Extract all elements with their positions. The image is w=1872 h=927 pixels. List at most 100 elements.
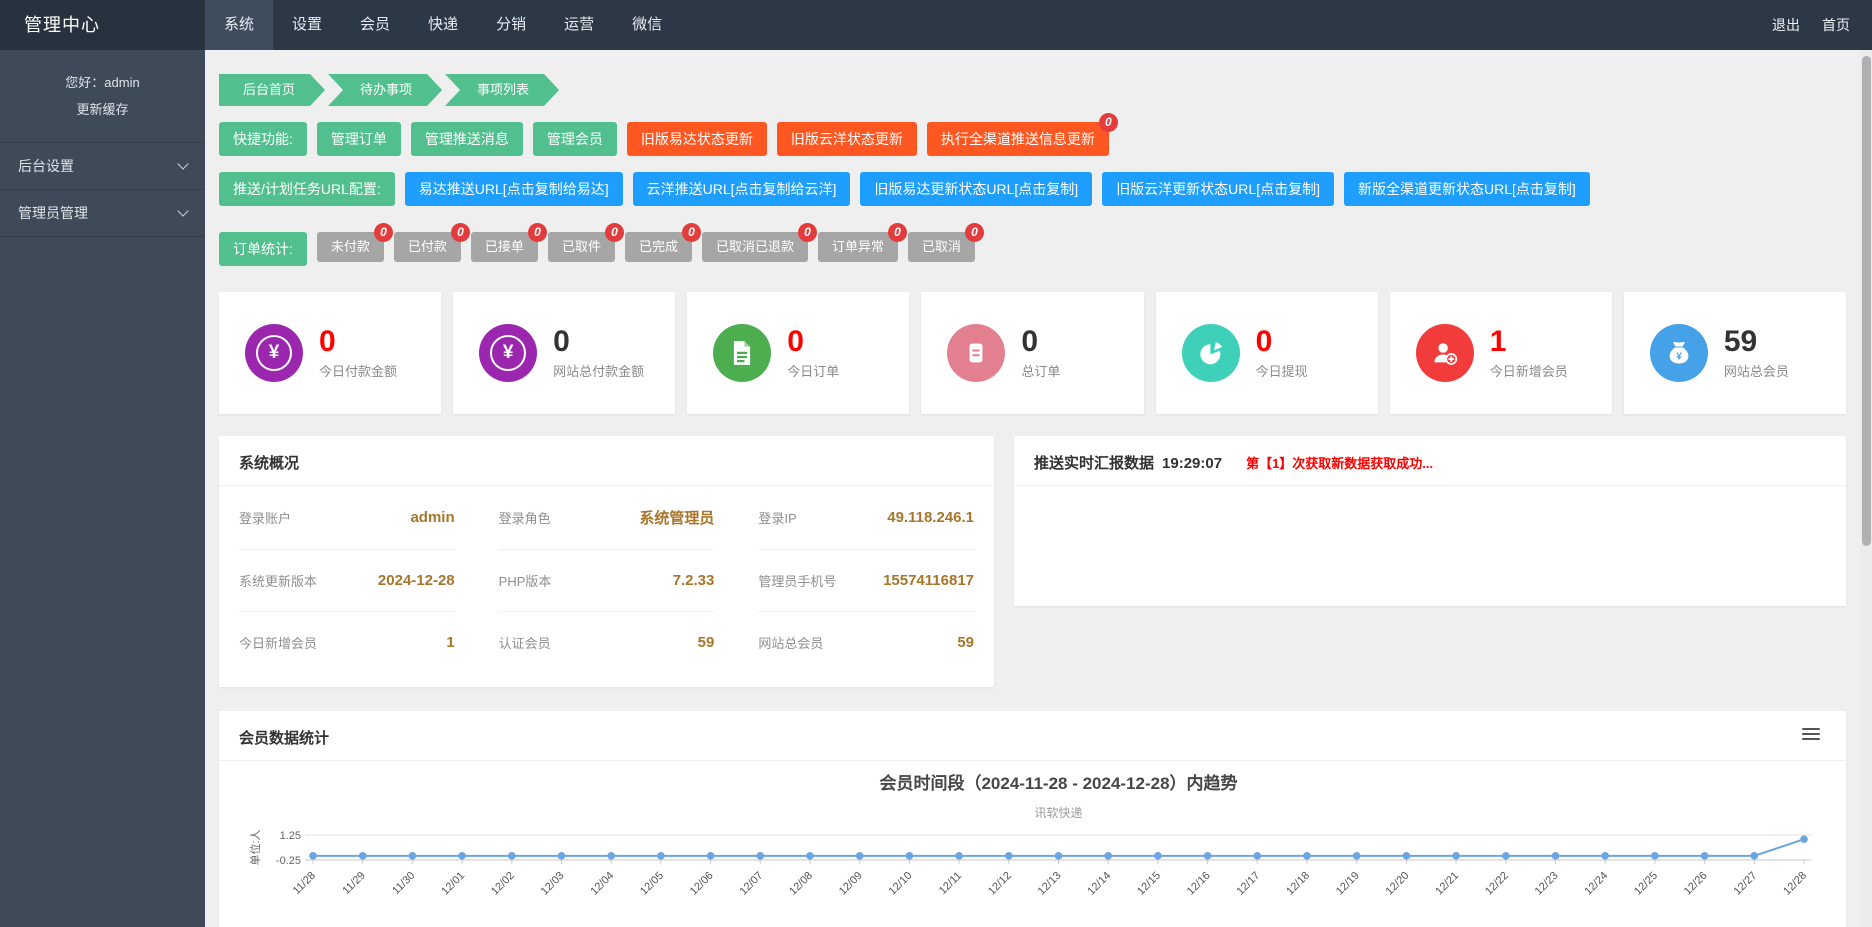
nav-item-operations[interactable]: 运营 <box>545 0 613 50</box>
x-tick-label: 12/16 <box>1185 870 1213 898</box>
trend-point[interactable] <box>607 852 615 860</box>
accepted-button[interactable]: 已接单 <box>471 232 538 262</box>
manage-orders-button[interactable]: 管理订单 <box>317 122 401 156</box>
push-report-panel: 推送实时汇报数据 19:29:07 第【1】次获取新数据获取成功... <box>1014 436 1846 606</box>
x-tick-label: 12/13 <box>1036 870 1064 898</box>
order-stats-row: 订单统计: 未付款0 已付款0 已接单0 已取件0 已完成0 已取消已退款0 订… <box>219 232 1846 266</box>
count-badge: 0 <box>451 223 470 242</box>
order-abnormal-button[interactable]: 订单异常 <box>818 232 898 262</box>
scrollbar-thumb[interactable] <box>1862 56 1871 546</box>
trend-point[interactable] <box>409 852 417 860</box>
trend-point[interactable] <box>1800 835 1808 843</box>
top-navbar: 管理中心 系统 设置 会员 快递 分销 运营 微信 退出 首页 <box>0 0 1872 50</box>
stat-card-today-new-members: 1 今日新增会员 <box>1390 292 1612 414</box>
count-badge: 0 <box>528 223 547 242</box>
chart-menu-icon[interactable] <box>1802 725 1820 743</box>
trend-point[interactable] <box>1651 852 1659 860</box>
yida-push-url-button[interactable]: 易达推送URL[点击复制给易达] <box>405 172 623 206</box>
manage-push-messages-button[interactable]: 管理推送消息 <box>411 122 523 156</box>
trend-point[interactable] <box>1055 852 1063 860</box>
stat-card-value: 0 <box>1256 327 1308 357</box>
member-stats-title: 会员数据统计 <box>219 711 1846 761</box>
trend-point[interactable] <box>359 852 367 860</box>
logout-link[interactable]: 退出 <box>1772 15 1800 35</box>
main-content: 后台首页 待办事项 事项列表 快捷功能: 管理订单 管理推送消息 管理会员 旧版… <box>205 50 1860 927</box>
nav-item-system[interactable]: 系统 <box>205 0 273 50</box>
manage-members-button[interactable]: 管理会员 <box>533 122 617 156</box>
trend-point[interactable] <box>1403 852 1411 860</box>
trend-point[interactable] <box>508 852 516 860</box>
x-tick-label: 12/09 <box>837 870 865 898</box>
trend-point[interactable] <box>806 852 814 860</box>
x-tick-label: 12/19 <box>1334 870 1362 898</box>
nav-item-members[interactable]: 会员 <box>341 0 409 50</box>
x-tick-label: 12/03 <box>539 870 567 898</box>
field-value: 系统管理员 <box>639 507 714 528</box>
count-badge: 0 <box>965 223 984 242</box>
nav-item-wechat[interactable]: 微信 <box>613 0 681 50</box>
trend-point[interactable] <box>1154 852 1162 860</box>
sidebar-item-admin-management[interactable]: 管理员管理 <box>0 190 205 237</box>
cancelled-refunded-button[interactable]: 已取消已退款 <box>702 232 808 262</box>
x-tick-label: 12/24 <box>1582 870 1610 898</box>
trend-point[interactable] <box>1601 852 1609 860</box>
nav-item-settings[interactable]: 设置 <box>273 0 341 50</box>
nav-item-express[interactable]: 快递 <box>409 0 477 50</box>
trend-point[interactable] <box>906 852 914 860</box>
field-value: 49.118.246.1 <box>887 509 974 526</box>
unpaid-button[interactable]: 未付款 <box>317 232 384 262</box>
old-yunyang-status-update-button[interactable]: 旧版云洋状态更新 <box>777 122 917 156</box>
x-tick-label: 12/08 <box>787 870 815 898</box>
trend-point[interactable] <box>1254 852 1262 860</box>
push-report-title: 推送实时汇报数据 <box>1034 452 1154 473</box>
nav-item-distribution[interactable]: 分销 <box>477 0 545 50</box>
trend-point[interactable] <box>856 852 864 860</box>
breadcrumb-list[interactable]: 事项列表 <box>445 74 559 106</box>
update-cache-link[interactable]: 更新缓存 <box>0 99 205 118</box>
sidebar-item-backend-settings[interactable]: 后台设置 <box>0 143 205 190</box>
trend-point[interactable] <box>1303 852 1311 860</box>
field-value: admin <box>410 509 454 526</box>
vertical-scrollbar[interactable] <box>1860 50 1872 927</box>
trend-point[interactable] <box>657 852 665 860</box>
yunyang-push-url-button[interactable]: 云洋推送URL[点击复制给云洋] <box>633 172 851 206</box>
stat-card-label: 今日新增会员 <box>1490 361 1568 380</box>
trend-point[interactable] <box>1204 852 1212 860</box>
trend-point[interactable] <box>1701 852 1709 860</box>
stat-card-label: 今日付款金额 <box>319 361 397 380</box>
all-channel-push-update-button[interactable]: 执行全渠道推送信息更新 <box>927 122 1109 156</box>
trend-point[interactable] <box>1452 852 1460 860</box>
trend-point[interactable] <box>1552 852 1560 860</box>
trend-point[interactable] <box>309 852 317 860</box>
field-label: 认证会员 <box>499 633 551 652</box>
count-badge: 0 <box>798 223 817 242</box>
old-yida-status-update-button[interactable]: 旧版易达状态更新 <box>627 122 767 156</box>
trend-point[interactable] <box>1353 852 1361 860</box>
trend-point[interactable] <box>458 852 466 860</box>
trend-point[interactable] <box>1751 852 1759 860</box>
pie-chart-icon <box>1182 324 1240 382</box>
stat-card-value: 0 <box>787 327 839 357</box>
trend-point[interactable] <box>558 852 566 860</box>
trend-point[interactable] <box>707 852 715 860</box>
trend-point[interactable] <box>1502 852 1510 860</box>
field-label: 今日新增会员 <box>239 633 317 652</box>
trend-point[interactable] <box>1104 852 1112 860</box>
trend-point[interactable] <box>1005 852 1013 860</box>
y-tick-label: -0.25 <box>276 855 301 867</box>
old-yunyang-status-url-button[interactable]: 旧版云洋更新状态URL[点击复制] <box>1102 172 1334 206</box>
breadcrumb-todo[interactable]: 待办事项 <box>328 74 442 106</box>
paid-button[interactable]: 已付款 <box>394 232 461 262</box>
x-tick-label: 12/11 <box>937 870 964 897</box>
trend-point[interactable] <box>955 852 963 860</box>
home-link[interactable]: 首页 <box>1822 15 1850 35</box>
breadcrumb-home[interactable]: 后台首页 <box>219 74 325 106</box>
member-trend-chart: 会员时间段（2024-11-28 - 2024-12-28）内趋势讯软快递1.2… <box>219 761 1846 927</box>
trend-point[interactable] <box>757 852 765 860</box>
count-badge: 0 <box>605 223 624 242</box>
old-yida-status-url-button[interactable]: 旧版易达更新状态URL[点击复制] <box>860 172 1092 206</box>
stat-card-total-members: ¥ 59 网站总会员 <box>1624 292 1846 414</box>
x-tick-label: 12/05 <box>638 870 666 898</box>
x-tick-label: 12/18 <box>1284 870 1312 898</box>
new-all-channel-status-url-button[interactable]: 新版全渠道更新状态URL[点击复制] <box>1344 172 1590 206</box>
